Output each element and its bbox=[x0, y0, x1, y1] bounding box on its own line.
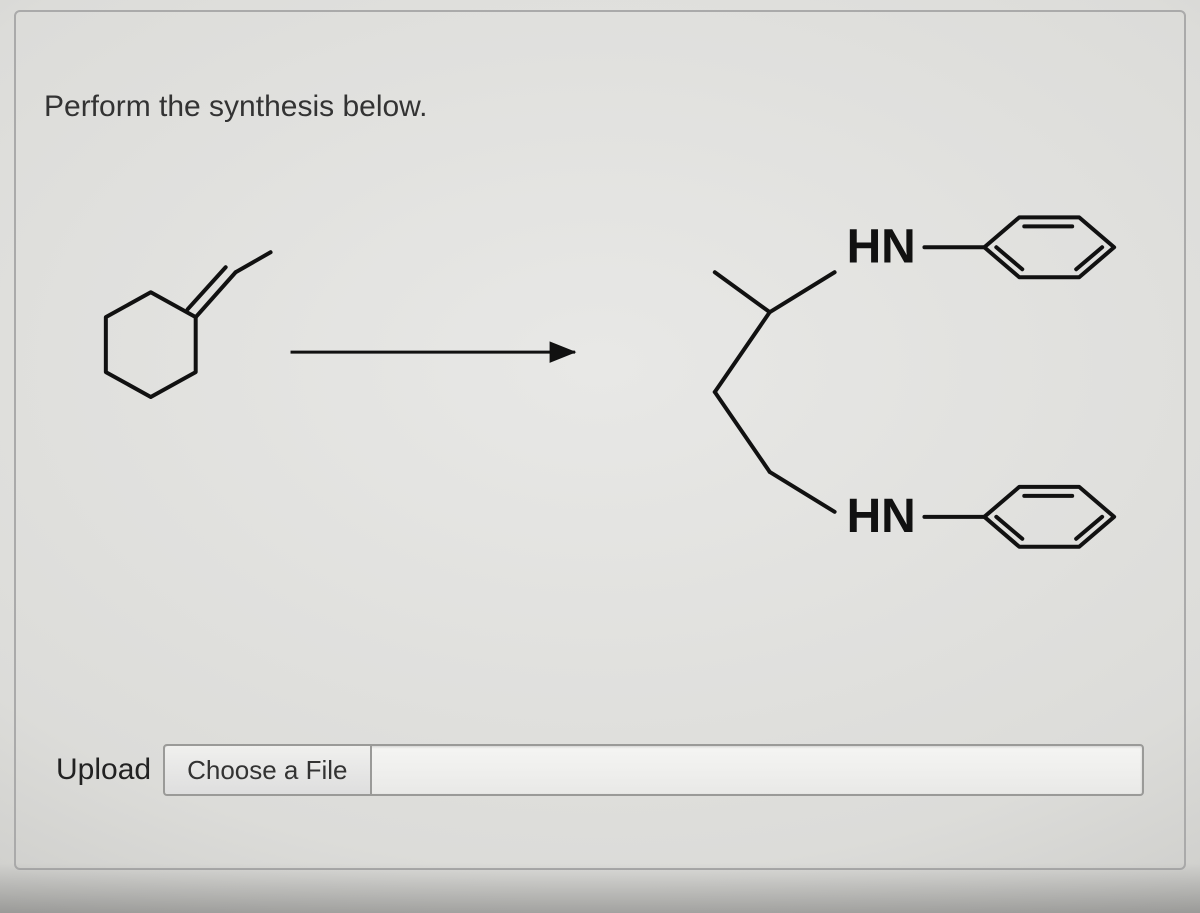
choose-file-button[interactable]: Choose a File bbox=[165, 746, 371, 794]
vignette-bottom bbox=[0, 863, 1200, 913]
upload-label: Upload bbox=[56, 753, 151, 787]
file-input[interactable]: Choose a File bbox=[163, 744, 1144, 796]
screen-root: Perform the synthesis below. bbox=[0, 0, 1200, 913]
synthesis-diagram: HN HN bbox=[16, 162, 1184, 662]
upload-row: Upload Choose a File bbox=[56, 742, 1144, 798]
reaction-arrow-icon bbox=[291, 342, 576, 362]
question-panel: Perform the synthesis below. bbox=[14, 10, 1186, 870]
product-structure: HN HN bbox=[715, 217, 1114, 546]
hn-label-top: HN bbox=[847, 220, 916, 273]
reactant-structure bbox=[106, 252, 271, 397]
hn-label-bottom: HN bbox=[847, 490, 916, 543]
question-prompt: Perform the synthesis below. bbox=[44, 90, 428, 124]
